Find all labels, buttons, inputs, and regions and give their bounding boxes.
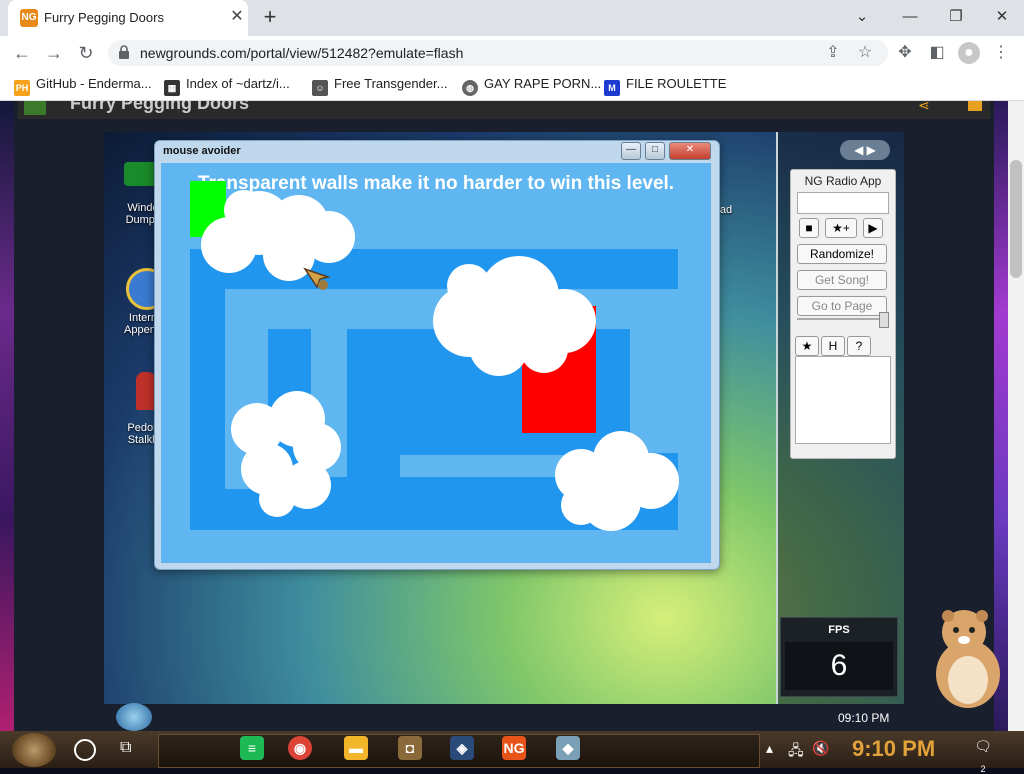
bookmark-label: FILE ROULETTE [626, 76, 727, 91]
new-tab-button[interactable]: + [258, 6, 282, 30]
bookmark-label: GAY RAPE PORN... [484, 76, 602, 91]
cloud [555, 431, 679, 531]
lock-icon[interactable] [118, 45, 130, 59]
bookmark-label: Free Transgender... [334, 76, 448, 91]
stop-button[interactable]: ■ [799, 218, 819, 238]
fps-gadget: FPS 6 [780, 617, 898, 697]
side-panel-icon[interactable]: ◧ [926, 42, 948, 64]
url-text[interactable]: newgrounds.com/portal/view/512482?emulat… [140, 45, 463, 61]
bookmark-label: Index of ~dartz/i... [186, 76, 290, 91]
close-button[interactable]: ✕ [669, 142, 711, 160]
notification-icon[interactable]: 🗨2 [972, 738, 994, 774]
tray-arrow-icon[interactable]: ▴ [766, 740, 773, 757]
hamster-mascot-icon [936, 610, 1000, 708]
dosbox-icon[interactable]: ◘ [398, 736, 422, 760]
tab-search-icon[interactable]: ⌄ [844, 4, 880, 30]
bookmark-free-transgender[interactable]: ☺ Free Transgender... [312, 76, 448, 96]
share-icon[interactable]: ⋖ [918, 101, 930, 114]
bookmark-github[interactable]: PH GitHub - Enderma... [14, 76, 152, 96]
extensions-icon[interactable]: ✥ [894, 42, 916, 64]
close-window-button[interactable]: ✕ [984, 4, 1020, 30]
globe-icon: ◍ [462, 80, 478, 96]
back-button[interactable]: ← [10, 42, 34, 64]
fps-value: 6 [785, 642, 893, 690]
task-view-icon[interactable]: ⧉ [120, 739, 131, 757]
bookmark-favicon-icon: PH [14, 80, 30, 96]
maximize-button[interactable]: □ [645, 142, 665, 160]
bookmark-favicon-icon: M [604, 80, 620, 96]
page-content: Furry Pegging Doors ⋖ Windo Dumps Intern… [0, 101, 1008, 731]
forward-button[interactable]: → [42, 42, 66, 64]
radio-list[interactable] [795, 356, 891, 444]
notification-count: 2 [980, 763, 986, 774]
cloud [201, 190, 355, 281]
fps-label: FPS [828, 624, 850, 636]
favorite-icon[interactable] [968, 101, 982, 111]
volume-slider-track[interactable] [797, 318, 887, 320]
ng-header: Furry Pegging Doors ⋖ [18, 101, 990, 119]
player-cursor-icon[interactable] [303, 267, 333, 297]
bookmark-favicon-icon: ☺ [312, 80, 328, 96]
spotify-icon[interactable]: ≡ [240, 736, 264, 760]
get-song-button[interactable]: Get Song! [797, 270, 887, 290]
bookmark-index[interactable]: ▦ Index of ~dartz/i... [164, 76, 290, 96]
ng-radio-gadget: NG Radio App ■ ★+ ▶ Randomize! Get Song!… [790, 169, 896, 459]
users-icon [136, 372, 156, 410]
file-explorer-icon[interactable]: ▬ [344, 736, 368, 760]
play-button[interactable]: ▶ [863, 218, 883, 238]
volume-muted-icon[interactable]: 🔇 [812, 740, 829, 757]
go-to-page-button[interactable]: Go to Page [797, 296, 887, 316]
browser-tab[interactable]: NG Furry Pegging Doors ✕ [8, 0, 248, 36]
search-circle-icon[interactable] [74, 739, 96, 761]
sidebar-nav-arrows[interactable]: ◀ ▶ [840, 140, 890, 160]
desktop-clock: 09:10 PM [838, 711, 890, 725]
newgrounds-favicon-icon: NG [20, 9, 38, 27]
menu-icon[interactable]: ⋮ [990, 42, 1012, 64]
tab-title: Furry Pegging Doors [44, 10, 164, 25]
start-button[interactable] [12, 733, 56, 767]
taskbar-clock[interactable]: 9:10 PM [852, 736, 935, 762]
chrome-icon[interactable]: ◉ [288, 736, 312, 760]
game-playfield[interactable]: Transparent walls make it no harder to w… [161, 163, 711, 563]
cloud [433, 256, 596, 376]
reload-button[interactable]: ↻ [74, 42, 98, 64]
bookmark-label: GitHub - Enderma... [36, 76, 152, 91]
background-art [0, 101, 14, 731]
virtualbox-icon[interactable]: ◈ [450, 736, 474, 760]
volume-slider-thumb[interactable] [879, 312, 889, 328]
randomize-button[interactable]: Randomize! [797, 244, 887, 264]
bookmark-favicon-icon: ▦ [164, 80, 180, 96]
bookmark-star-icon[interactable]: ☆ [854, 42, 876, 64]
window-title: mouse avoider [163, 145, 241, 157]
flash-window: mouse avoider — □ ✕ Transparent walls ma… [154, 140, 720, 570]
network-icon[interactable]: 🖧 [788, 740, 804, 764]
ng-page-title: Furry Pegging Doors [70, 101, 250, 113]
tab-history[interactable]: H [821, 336, 845, 356]
profile-avatar-icon[interactable]: ● [958, 42, 980, 64]
cloud [231, 391, 341, 517]
restore-button[interactable]: ❐ [938, 4, 974, 30]
bookmark-file-roulette[interactable]: M FILE ROULETTE [604, 76, 727, 96]
newgrounds-icon[interactable]: NG [502, 736, 526, 760]
tab-help[interactable]: ? [847, 336, 871, 356]
minimize-button[interactable]: — [621, 142, 641, 160]
scrollbar-thumb[interactable] [1010, 160, 1022, 278]
favorite-button[interactable]: ★+ [825, 218, 857, 238]
vista-start-orb-icon[interactable] [116, 703, 152, 731]
minimize-button[interactable]: — [892, 4, 928, 30]
tab-close-icon[interactable]: ✕ [226, 6, 248, 28]
tool-icon[interactable]: ◆ [556, 736, 580, 760]
tab-favorites[interactable]: ★ [795, 336, 819, 356]
radio-title: NG Radio App [804, 174, 882, 188]
share-icon[interactable]: ⇪ [822, 42, 844, 64]
game-canvas[interactable]: Windo Dumps Intern Append Pedos Stalkh p… [104, 132, 904, 704]
radio-input[interactable] [797, 192, 889, 214]
bookmark-gay[interactable]: ◍ GAY RAPE PORN... [462, 76, 602, 96]
ng-logo-icon [24, 101, 46, 115]
